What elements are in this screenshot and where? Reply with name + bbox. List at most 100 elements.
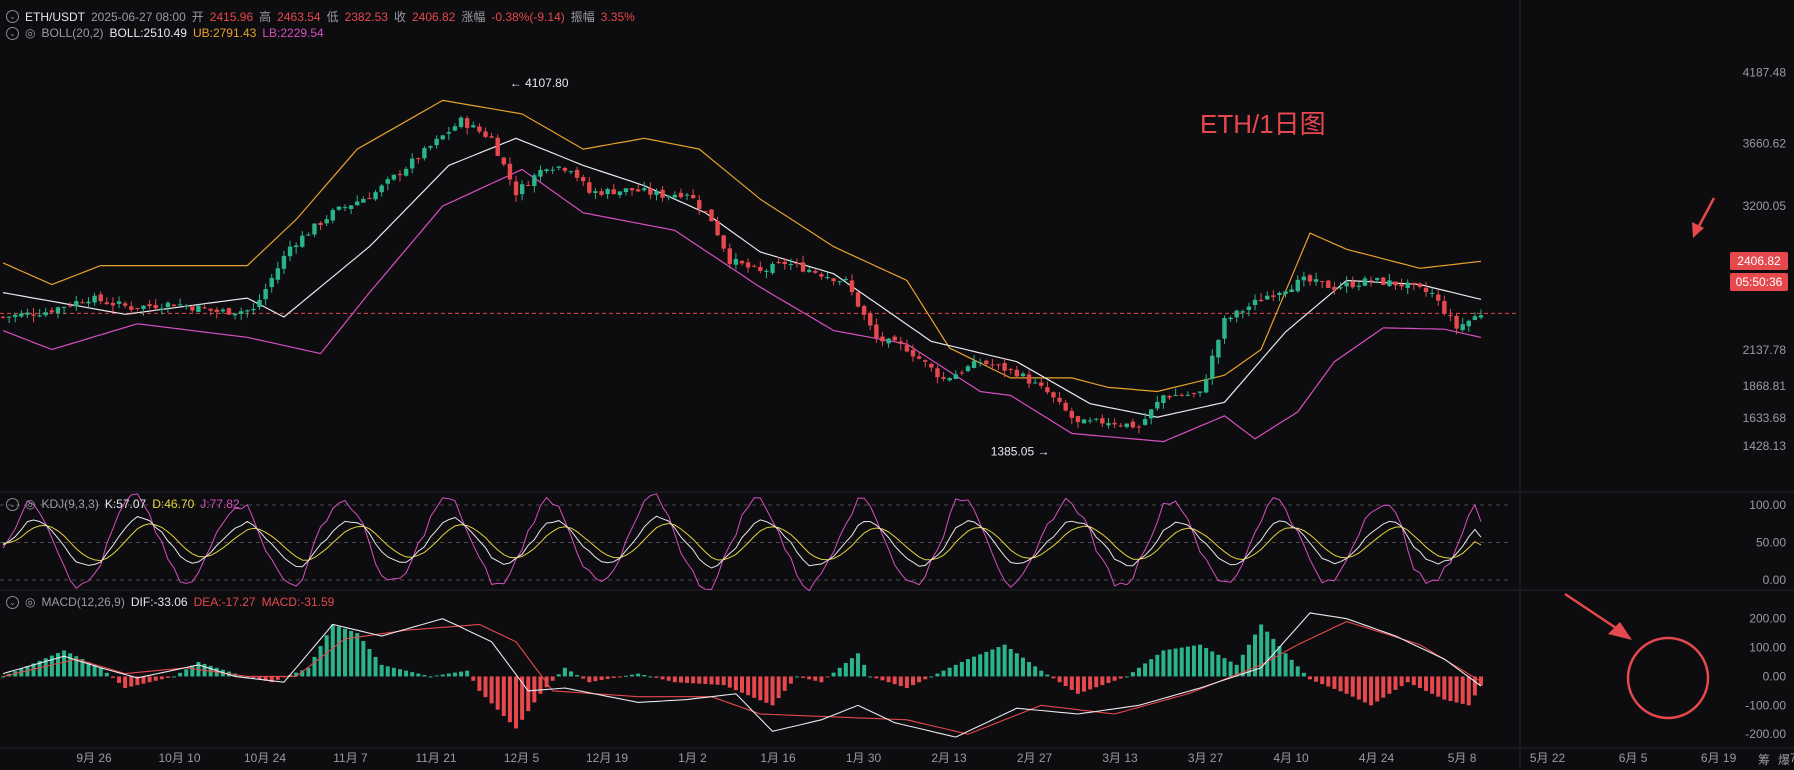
candle-body (599, 191, 604, 195)
macd-hist-bar (788, 676, 793, 684)
macd-hist-bar (1027, 662, 1032, 677)
candle-body (141, 305, 146, 310)
eye-icon[interactable]: ◎ (25, 497, 35, 511)
macd-hist-bar (691, 676, 696, 684)
candle-body (904, 345, 910, 352)
macd-hist-bar (575, 675, 580, 677)
candle-body (758, 266, 763, 271)
open-label: 开 (191, 10, 204, 24)
collapse-icon[interactable]: ⌄ (6, 497, 19, 511)
macd-hist-bar (336, 626, 341, 677)
candle-body (1460, 324, 1465, 331)
macd-hist-bar (367, 649, 372, 677)
macd-hist-bar (1466, 676, 1471, 706)
macd-hist-bar (868, 676, 873, 678)
candle-body (868, 313, 873, 326)
macd-dif: DIF:-33.06 (130, 595, 188, 609)
candle-body (635, 189, 641, 192)
candle-body (538, 170, 543, 177)
candle-body (275, 268, 281, 280)
macd-hist-bar (1448, 676, 1453, 701)
candle-body (257, 299, 262, 308)
y-tick-label: 1633.68 (1743, 411, 1787, 425)
macd-hist-bar (996, 647, 1001, 677)
candle-body (1454, 315, 1459, 329)
macd-hist-bar (562, 667, 567, 677)
boll-upper-line (2, 99, 1482, 393)
candle-body (849, 280, 855, 293)
candle-body (959, 372, 965, 374)
candle-body (165, 302, 171, 307)
macd-hist-bar (959, 662, 964, 677)
chips-tool[interactable]: 筹 (1758, 751, 1770, 768)
macd-tick-label: -100.00 (1745, 698, 1786, 712)
candle-body (703, 210, 708, 212)
candle-body (104, 302, 110, 305)
macd-hist-bar (1155, 654, 1160, 677)
macd-hist-bar (593, 676, 598, 682)
macd-hist-bar (330, 624, 335, 677)
candle-body (1087, 420, 1093, 422)
candle-body (1405, 282, 1410, 288)
candle-body (623, 188, 629, 193)
macd-hist-bar (819, 676, 824, 683)
candle-body (935, 368, 940, 378)
candle-body (1155, 401, 1160, 409)
macd-hist-bar (440, 674, 445, 677)
macd-hist-bar (1277, 646, 1282, 677)
candle-body (153, 304, 158, 309)
x-tick-label: 12月 19 (586, 751, 628, 765)
boll-middle-line (2, 137, 1482, 418)
candle-body (855, 292, 861, 307)
macd-hist-bar (355, 633, 360, 677)
macd-hist-bar (556, 674, 561, 677)
candle-body (1350, 281, 1355, 288)
macd-hist-bar (1301, 672, 1306, 677)
candle-body (1429, 292, 1435, 294)
macd-hist-bar (477, 676, 482, 691)
candle-body (1014, 369, 1020, 377)
eye-icon[interactable]: ◎ (25, 595, 35, 609)
macd-hist-bar (672, 676, 677, 683)
eye-icon[interactable]: ◎ (25, 26, 35, 40)
macd-hist-bar (709, 676, 714, 685)
macd-hist-bar (886, 676, 891, 683)
candle-body (483, 131, 488, 137)
candle-body (825, 277, 830, 279)
collapse-icon[interactable]: ⌄ (6, 26, 19, 40)
macd-hist-bar (825, 676, 830, 678)
candle-body (837, 281, 842, 283)
candle-body (25, 312, 30, 315)
candle-body (1271, 295, 1276, 297)
macd-hist-bar (550, 676, 555, 681)
macd-hist-bar (770, 676, 775, 706)
kdj-legend: ⌄ ◎ KDJ(9,3,3) K:57.07 D:46.70 J:77.82 (6, 497, 240, 511)
candle-body (1179, 394, 1184, 396)
price-header: ⌄ ETH/USDT 2025-06-27 08:00 开 2415.96 高 24… (6, 8, 635, 25)
candle-body (1094, 418, 1099, 420)
x-tick-label: 7月 3 (1790, 751, 1794, 765)
macd-hist-bar (1375, 676, 1380, 702)
candle-body (1057, 397, 1062, 402)
macd-hist-bar (1063, 676, 1068, 687)
liquidation-tool[interactable]: 爆 (1778, 751, 1790, 768)
candle-body (1130, 421, 1136, 428)
candle-body (1283, 291, 1288, 295)
collapse-icon[interactable]: ⌄ (6, 595, 19, 609)
candle-body (1081, 419, 1087, 424)
collapse-icon[interactable]: ⌄ (6, 10, 19, 23)
candle-body (1106, 423, 1111, 426)
candle-body (397, 173, 403, 176)
macd-hist-bar (514, 676, 519, 729)
candle-body (745, 262, 751, 268)
candle-body (1423, 287, 1429, 293)
candle-body (1307, 275, 1313, 282)
candle-body (49, 310, 55, 313)
macd-hist-bar (1130, 672, 1135, 677)
candle-body (519, 184, 525, 195)
candle-body (843, 279, 849, 281)
macd-hist-bar (1075, 676, 1080, 694)
low-value: 2382.53 (344, 9, 388, 24)
candle-body (776, 261, 781, 263)
candle-body (764, 270, 769, 272)
